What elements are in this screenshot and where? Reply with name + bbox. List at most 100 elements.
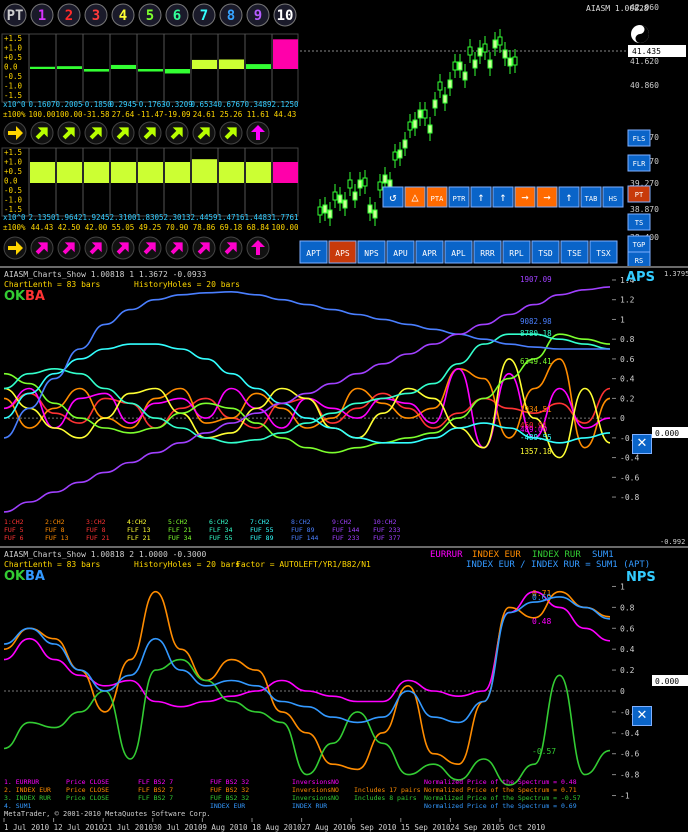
number-button-label: 7 <box>200 8 208 24</box>
row2-arrow-icon-0[interactable] <box>3 236 27 260</box>
number-button-10[interactable]: 10 <box>273 3 297 27</box>
tool-button-2[interactable]: PTA <box>426 186 448 208</box>
bottom-button-tsx[interactable]: TSX <box>589 240 618 264</box>
bottom-button-apu[interactable]: APU <box>386 240 415 264</box>
row1-arrow-icon-9[interactable] <box>246 121 270 145</box>
row1-arrow-icon-2[interactable] <box>57 121 81 145</box>
bottom-button-tse[interactable]: TSE <box>560 240 589 264</box>
tool-button-9[interactable]: TAB <box>580 186 602 208</box>
y-tick-label: 0.6 <box>620 624 635 633</box>
number-button-5[interactable]: 5 <box>138 3 162 27</box>
row1-arrow-icon-3[interactable] <box>84 121 108 145</box>
row2-value-1: 2.1350 <box>28 213 56 222</box>
pane1-legend-cell: 6:CH2 <box>209 518 229 526</box>
row2-arrow-icon-9[interactable] <box>246 236 270 260</box>
row2-value-10: 1.7761 <box>271 213 298 222</box>
y-tick-label: -0.4 <box>620 454 639 463</box>
row2-arrow-icon-6[interactable] <box>165 236 189 260</box>
date-tick-label: 6 Sep 2010 <box>351 823 397 832</box>
bottom-button-label: APU <box>393 249 408 258</box>
row1-values-label: x10^0 <box>3 100 26 109</box>
tool-button-1[interactable]: △ <box>404 186 426 208</box>
pane1-legend-cell: FUF 21 <box>86 534 110 542</box>
candle-body <box>397 149 403 159</box>
number-button-7[interactable]: 7 <box>192 3 216 27</box>
number-button-2[interactable]: 2 <box>57 3 81 27</box>
y-tick-label: 0.4 <box>620 375 635 384</box>
row1-arrow-icon-0[interactable] <box>3 121 27 145</box>
pane1-legend-cell: FLF 13 <box>127 526 151 534</box>
number-button-3[interactable]: 3 <box>84 3 108 27</box>
bottom-button-apl[interactable]: APL <box>444 240 473 264</box>
tool-button-7[interactable]: → <box>536 186 558 208</box>
side-button-pt[interactable]: PT <box>627 185 651 203</box>
pane1-close-icon[interactable]: ✕ <box>632 434 652 454</box>
tool-button-4[interactable]: ↑ <box>470 186 492 208</box>
bottom-button-rpl[interactable]: RPL <box>502 240 531 264</box>
tool-button-3[interactable]: PTR <box>448 186 470 208</box>
row1-arrow-icon-7[interactable] <box>192 121 216 145</box>
bottom-button-apr[interactable]: APR <box>415 240 444 264</box>
tool-button-label: PTR <box>453 195 466 203</box>
number-button-8[interactable]: 8 <box>219 3 243 27</box>
number-button-6[interactable]: 6 <box>165 3 189 27</box>
price-axis-tick: 41.620 <box>630 57 659 66</box>
side-button-fls[interactable]: FLS <box>627 129 651 147</box>
number-button-4[interactable]: 4 <box>111 3 135 27</box>
row2-arrow-icon-7[interactable] <box>192 236 216 260</box>
number-button-label: 9 <box>254 8 262 24</box>
pane1-legend-cell: 4:CH2 <box>127 518 147 526</box>
tool-button-label: HS <box>609 195 617 203</box>
row1-value-2: 0.2005 <box>55 100 82 109</box>
tool-button-6[interactable]: → <box>514 186 536 208</box>
pane2-close-icon[interactable]: ✕ <box>632 706 652 726</box>
date-tick-label: 18 Aug 2010 <box>252 823 302 832</box>
bottom-button-tsd[interactable]: TSD <box>531 240 560 264</box>
side-button-label: TGP <box>633 241 646 249</box>
bottom-button-label: TSX <box>596 249 611 258</box>
row2-arrow-icon-4[interactable] <box>111 236 135 260</box>
side-button-flr[interactable]: FLR <box>627 154 651 172</box>
bottom-button-aps[interactable]: APS <box>328 240 357 264</box>
tool-button-0[interactable]: ↺ <box>382 186 404 208</box>
series-end-label: 6349.41 <box>520 357 552 366</box>
number-button-1[interactable]: 1 <box>30 3 54 27</box>
row2-arrow-icon-3[interactable] <box>84 236 108 260</box>
row1-pct-6: -19.09 <box>163 110 190 119</box>
candle-body <box>357 179 363 189</box>
tool-button-10[interactable]: HS <box>602 186 624 208</box>
pane2-bottom-cell: Includes 8 pairs <box>354 794 417 802</box>
y-tick-label: 1.2 <box>620 296 635 305</box>
side-button-tgp[interactable]: TGP <box>627 235 651 253</box>
number-button-0[interactable]: PT <box>3 3 27 27</box>
side-button-ts[interactable]: TS <box>627 213 651 231</box>
bottom-button-rrr[interactable]: RRR <box>473 240 502 264</box>
row2-arrow-icon-5[interactable] <box>138 236 162 260</box>
pane1-legend-cell: FUF 34 <box>168 534 192 542</box>
row2-arrow-icon-1[interactable] <box>30 236 54 260</box>
row2-arrow-icon-8[interactable] <box>219 236 243 260</box>
pane1-legend-cell: 7:CH2 <box>250 518 270 526</box>
pane2-info-mid: HistoryHoles = 20 bars <box>134 560 240 569</box>
row1-arrow-icon-1[interactable] <box>30 121 54 145</box>
tool-button-8[interactable]: ↑ <box>558 186 580 208</box>
row2-bar-4 <box>111 162 136 183</box>
row1-arrow-icon-6[interactable] <box>165 121 189 145</box>
row2-arrow-icon-2[interactable] <box>57 236 81 260</box>
row1-arrow-icon-4[interactable] <box>111 121 135 145</box>
pane2-end-label: 0.69 <box>532 593 551 602</box>
row2-axis-tick: +0.5 <box>4 167 22 176</box>
pane2-bottom-cell: FLF BS2 7 <box>138 778 173 786</box>
bottom-button-nps[interactable]: NPS <box>357 240 386 264</box>
row1-arrow-icon-8[interactable] <box>219 121 243 145</box>
pane1-top-right-value: 1.3795 <box>664 270 688 278</box>
row2-pct-1: 44.43 <box>31 223 54 232</box>
row1-arrow-icon-5[interactable] <box>138 121 162 145</box>
pane2-bottom-cell: Normalized Price of the Spectrum = -0.57 <box>424 794 581 802</box>
number-button-9[interactable]: 9 <box>246 3 270 27</box>
tool-button-5[interactable]: ↑ <box>492 186 514 208</box>
pane2-bottom-cell: Normalized Price of the Spectrum = 0.69 <box>424 802 577 810</box>
candle-body <box>327 209 333 219</box>
bottom-button-apt[interactable]: APT <box>299 240 328 264</box>
side-button-rs[interactable]: RS <box>627 251 651 266</box>
